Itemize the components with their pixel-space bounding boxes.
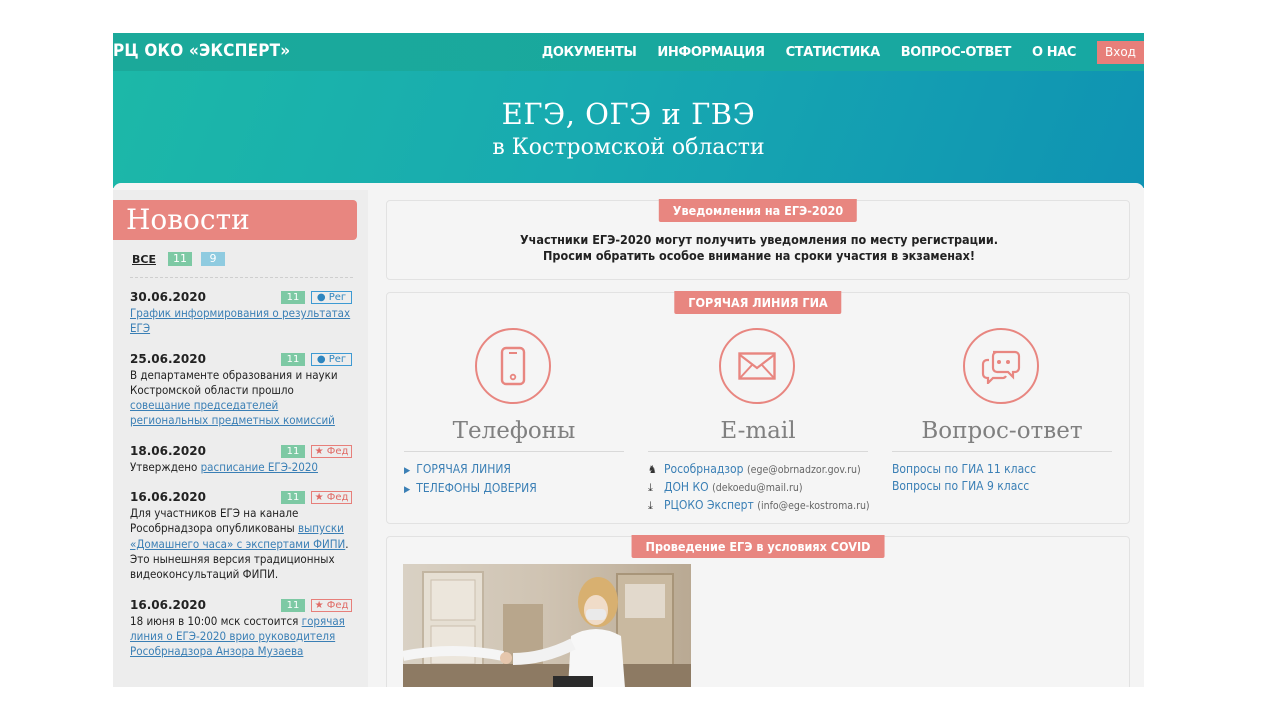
main-nav: ДОКУМЕНТЫ ИНФОРМАЦИЯ СТАТИСТИКА ВОПРОС-О… [521,33,1144,71]
news-filters: ВСЕ 11 9 [132,252,234,266]
regional-badge: ● Рег [311,291,352,304]
notice-text: Участники ЕГЭ-2020 могут получить уведом… [387,232,1131,264]
email-link-don-ko[interactable]: ⤓ ДОН КО (dekoedu@mail.ru) [648,479,888,497]
qa-link-grade-9[interactable]: Вопросы по ГИА 9 класс [892,478,1132,495]
federal-badge: ★ Фед [311,491,352,505]
login-button[interactable]: Вход [1097,40,1144,64]
envelope-icon[interactable] [719,328,795,404]
grade-badge: 11 [281,491,305,505]
notice-panel: Уведомления на ЕГЭ-2020 Участники ЕГЭ-20… [386,199,1131,280]
site: РЦ ОКО «ЭКСПЕРТ» ДОКУМЕНТЫ ИНФОРМАЦИЯ СТ… [113,33,1144,687]
news-item: 18.06.2020 11 ★ Фед Утверждено расписани… [130,444,355,475]
email-address: (ege@obrnadzor.gov.ru) [746,464,861,476]
news-badges: 11 ● Рег [281,352,352,366]
news-badges: 11 ★ Фед [281,444,352,458]
news-badges: 11 ★ Фед [281,491,352,505]
news-text: Для участников ЕГЭ на канале Рособрнадзо… [130,506,355,582]
federal-badge: ★ Фед [311,598,352,612]
covid-label: Проведение ЕГЭ в условиях COVID [631,535,885,558]
hotline-link[interactable]: ▶ ГОРЯЧАЯ ЛИНИЯ [404,461,644,480]
phones-links: ▶ ГОРЯЧАЯ ЛИНИЯ ▶ ТЕЛЕФОНЫ ДОВЕРИЯ [404,461,644,499]
download-icon: ⤓ [648,481,653,494]
email-title: E-mail [720,418,796,444]
news-text-before: Утверждено [130,459,201,474]
nav-information[interactable]: ИНФОРМАЦИЯ [657,45,765,60]
news-text: График информирования о результатах ЕГЭ [130,306,355,337]
main-content: Уведомления на ЕГЭ-2020 Участники ЕГЭ-20… [386,190,1130,687]
qa-title: Вопрос-ответ [921,418,1083,444]
news-text: В департаменте образования и науки Костр… [130,368,355,429]
qa-link-grade-11[interactable]: Вопросы по ГИА 11 класс [892,461,1132,478]
email-link-name: ДОН КО [664,480,709,494]
covid-photo[interactable] [403,564,691,687]
notice-line-2: Просим обратить особое внимание на сроки… [543,248,975,263]
trust-phones-link[interactable]: ▶ ТЕЛЕФОНЫ ДОВЕРИЯ [404,480,644,499]
grade-badge: 11 [281,352,305,366]
news-text: 18 июня в 10:00 мск состоится горячая ли… [130,614,355,660]
news-text-before: В департаменте образования и науки Костр… [130,367,338,397]
email-link-name: РЦОКО Эксперт [664,498,754,512]
news-text-before: 18 июня в 10:00 мск состоится [130,613,302,628]
filter-grade-9[interactable]: 9 [200,252,225,266]
news-link[interactable]: расписание ЕГЭ-2020 [201,460,318,474]
eagle-icon: ♞ [648,463,657,476]
news-list: 30.06.2020 11 ● Рег График информировани… [130,290,355,674]
news-link[interactable]: совещание председателей региональных пре… [130,398,335,427]
federal-badge: ★ Фед [311,444,352,458]
nav-documents[interactable]: ДОКУМЕНТЫ [542,45,637,60]
news-item: 16.06.2020 11 ★ Фед Для участников ЕГЭ н… [130,490,355,582]
divider [130,277,353,278]
hero-title: ЕГЭ, ОГЭ и ГВЭ [501,97,756,131]
news-text: Утверждено расписание ЕГЭ-2020 [130,460,355,475]
news-badges: 11 ★ Фед [281,598,352,612]
divider [892,451,1112,452]
hotline-label: ГОРЯЧАЯ ЛИНИЯ ГИА [674,291,842,314]
hero-banner: ЕГЭ, ОГЭ и ГВЭ в Костромской области [113,71,1144,188]
email-link-rcoko[interactable]: ⤓ РЦОКО Эксперт (info@ege-kostroma.ru) [648,497,888,515]
email-links: ♞ Рособрнадзор (ege@obrnadzor.gov.ru) ⤓ ДО… [648,461,888,515]
news-heading: Новости [113,200,357,240]
email-address: (info@ege-kostroma.ru) [757,500,870,512]
regional-badge: ● Рег [311,352,352,366]
divider [404,451,624,452]
news-text-before: Для участников ЕГЭ на канале Рособрнадзо… [130,506,299,536]
notice-label: Уведомления на ЕГЭ-2020 [658,199,858,222]
email-address: (dekoedu@mail.ru) [712,482,803,494]
news-sidebar: Новости ВСЕ 11 9 30.06.2020 11 ● Рег Гра… [113,190,368,687]
email-link-name: Рособрнадзор [664,462,744,476]
chat-bubbles-icon[interactable] [963,328,1039,404]
covid-panel: Проведение ЕГЭ в условиях COVID [386,535,1130,687]
trust-phones-link-label: ТЕЛЕФОНЫ ДОВЕРИЯ [416,481,537,495]
divider [648,451,868,452]
grade-badge: 11 [281,444,305,458]
nav-faq[interactable]: ВОПРОС-ОТВЕТ [901,45,1012,60]
play-arrow-icon: ▶ [404,485,411,495]
news-item: 16.06.2020 11 ★ Фед 18 июня в 10:00 мск … [130,598,355,660]
hotline-link-label: ГОРЯЧАЯ ЛИНИЯ [416,462,511,476]
phones-title: Телефоны [452,418,576,444]
news-item: 30.06.2020 11 ● Рег График информировани… [130,290,355,337]
site-logo[interactable]: РЦ ОКО «ЭКСПЕРТ» [113,41,290,61]
news-badges: 11 ● Рег [281,291,352,304]
news-link[interactable]: График информирования о результатах ЕГЭ [130,306,350,335]
news-item: 25.06.2020 11 ● Рег В департаменте образ… [130,352,355,429]
grade-badge: 11 [281,598,305,612]
nav-about[interactable]: О НАС [1032,45,1076,60]
grade-badge: 11 [281,291,305,304]
phone-icon[interactable] [475,328,551,404]
play-arrow-icon: ▶ [404,466,411,476]
download-icon: ⤓ [648,499,653,512]
nav-statistics[interactable]: СТАТИСТИКА [786,45,881,60]
filter-all[interactable]: ВСЕ [132,253,156,266]
hero-subtitle: в Костромской области [492,135,765,160]
qa-links: Вопросы по ГИА 11 класс Вопросы по ГИА 9… [892,461,1132,495]
top-navbar: РЦ ОКО «ЭКСПЕРТ» ДОКУМЕНТЫ ИНФОРМАЦИЯ СТ… [113,33,1144,71]
hotline-panel: ГОРЯЧАЯ ЛИНИЯ ГИА Телефоны ▶ ГОРЯЧАЯ ЛИНИ… [386,291,1132,524]
email-link-rosobrnadzor[interactable]: ♞ Рособрнадзор (ege@obrnadzor.gov.ru) [648,461,888,479]
notice-line-1: Участники ЕГЭ-2020 могут получить уведом… [519,232,998,247]
filter-grade-11[interactable]: 11 [167,252,192,266]
